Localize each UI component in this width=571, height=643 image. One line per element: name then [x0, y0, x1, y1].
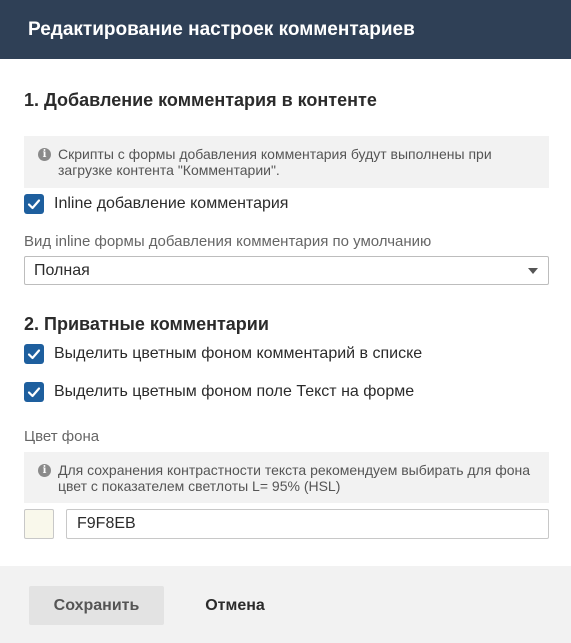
info-text-contrast: Для сохранения контрастности текста реко…: [58, 462, 531, 494]
color-hex-value: F9F8EB: [77, 515, 136, 532]
inline-add-label: Inline добавление комментария: [54, 195, 289, 212]
dialog-footer: Сохранить Отмена: [0, 566, 571, 643]
save-button[interactable]: Сохранить: [29, 586, 164, 625]
info-box-contrast: i Для сохранения контрастности текста ре…: [24, 452, 549, 503]
cancel-button[interactable]: Отмена: [178, 586, 292, 625]
info-box-scripts: i Скрипты с формы добавления комментария…: [24, 136, 549, 188]
form-type-value: Полная: [34, 262, 90, 279]
section-title-add-comment: 1. Добавление комментария в контенте: [24, 90, 377, 110]
bg-color-label: Цвет фона: [24, 428, 100, 445]
dialog-title: Редактирование настроек комментариев: [28, 19, 415, 40]
color-swatch[interactable]: [24, 509, 54, 539]
inline-add-checkbox[interactable]: [24, 194, 44, 214]
info-text-scripts: Скрипты с формы добавления комментария б…: [58, 146, 492, 178]
color-hex-input[interactable]: F9F8EB: [66, 509, 549, 539]
info-icon: i: [38, 148, 51, 161]
dialog-header: Редактирование настроек комментариев: [0, 0, 571, 59]
check-icon: [27, 387, 41, 398]
check-icon: [27, 199, 41, 210]
section-title-private-comments: 2. Приватные комментарии: [24, 314, 269, 334]
highlight-text-checkbox[interactable]: [24, 382, 44, 402]
highlight-text-checkbox-row[interactable]: Выделить цветным фоном поле Текст на фор…: [24, 382, 414, 402]
highlight-list-checkbox-row[interactable]: Выделить цветным фоном комментарий в спи…: [24, 344, 422, 364]
form-type-label: Вид inline формы добавления комментария …: [24, 233, 432, 250]
highlight-list-checkbox[interactable]: [24, 344, 44, 364]
check-icon: [27, 349, 41, 360]
inline-add-checkbox-row[interactable]: Inline добавление комментария: [24, 194, 288, 214]
chevron-down-icon: [528, 268, 538, 274]
highlight-list-label: Выделить цветным фоном комментарий в спи…: [54, 345, 423, 362]
form-type-select[interactable]: Полная: [24, 256, 549, 285]
info-icon: i: [38, 464, 51, 477]
highlight-text-label: Выделить цветным фоном поле Текст на фор…: [54, 383, 415, 400]
